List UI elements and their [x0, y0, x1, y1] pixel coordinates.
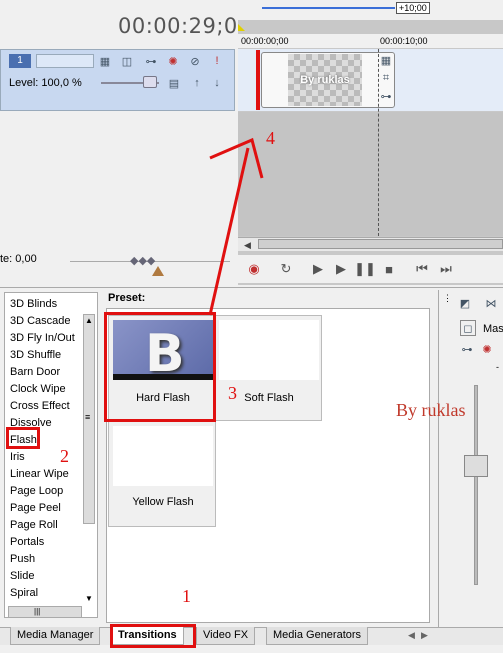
annotation-number-2: 2 — [60, 446, 69, 466]
annotation-arrow — [208, 137, 264, 316]
annotation-box-transitions-tab — [110, 624, 196, 648]
annotation-box-hard-flash — [104, 312, 216, 422]
annotation-number-3: 3 — [228, 383, 237, 403]
annotation-number-4: 4 — [266, 128, 275, 148]
annotation-box-flash — [6, 427, 40, 449]
annotation-number-1: 1 — [182, 586, 191, 606]
